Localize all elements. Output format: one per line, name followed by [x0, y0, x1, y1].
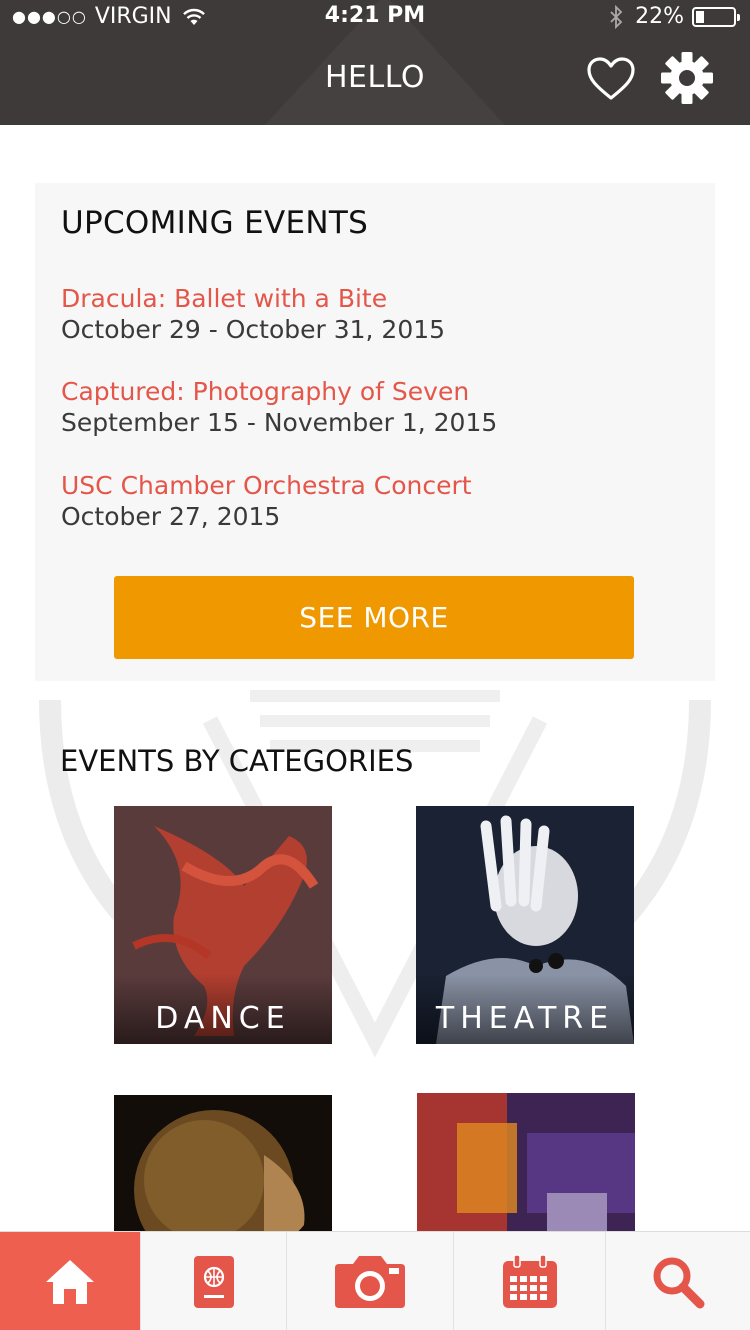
home-icon — [46, 1259, 94, 1304]
favorites-heart-icon[interactable] — [586, 56, 636, 102]
top-bar: ●●●○○ VIRGIN 4:21 PM 22% HELLO — [0, 0, 750, 125]
search-icon — [653, 1257, 705, 1308]
passport-icon — [193, 1255, 234, 1308]
tab-passport[interactable] — [141, 1232, 287, 1330]
event-title[interactable]: Dracula: Ballet with a Bite — [61, 283, 701, 314]
event-item[interactable]: Dracula: Ballet with a Bite October 29 -… — [61, 283, 701, 345]
event-dates: September 15 - November 1, 2015 — [61, 408, 498, 437]
event-item[interactable]: Captured: Photography of Seven September… — [61, 376, 701, 438]
event-title[interactable]: USC Chamber Orchestra Concert — [61, 470, 701, 501]
event-dates: October 29 - October 31, 2015 — [61, 315, 446, 344]
category-label: THEATRE — [435, 1001, 615, 1036]
category-label: DANCE — [155, 1001, 291, 1036]
page-title: HELLO — [325, 60, 425, 95]
bluetooth-icon — [610, 4, 623, 29]
battery-percent: 22% — [635, 4, 684, 29]
category-tile-dance[interactable]: DANCE — [114, 806, 332, 1044]
upcoming-events-card: UPCOMING EVENTS Dracula: Ballet with a B… — [35, 183, 715, 681]
event-dates: October 27, 2015 — [61, 502, 281, 531]
settings-gear-icon[interactable] — [660, 51, 714, 105]
tab-search[interactable] — [606, 1232, 750, 1330]
event-item[interactable]: USC Chamber Orchestra Concert October 27… — [61, 470, 701, 532]
event-title[interactable]: Captured: Photography of Seven — [61, 376, 701, 407]
tab-calendar[interactable] — [454, 1232, 606, 1330]
bottom-tab-bar — [0, 1231, 750, 1330]
categories-heading: EVENTS BY CATEGORIES — [60, 744, 414, 778]
tab-home[interactable] — [0, 1232, 141, 1330]
battery-icon — [692, 6, 740, 27]
see-more-button[interactable]: SEE MORE — [114, 576, 634, 659]
calendar-icon — [502, 1253, 557, 1308]
camera-icon — [335, 1255, 405, 1308]
upcoming-events-heading: UPCOMING EVENTS — [61, 205, 369, 241]
status-bar: ●●●○○ VIRGIN 4:21 PM 22% — [0, 0, 750, 36]
tab-camera[interactable] — [287, 1232, 454, 1330]
category-tile-theatre[interactable]: THEATRE — [416, 806, 634, 1044]
